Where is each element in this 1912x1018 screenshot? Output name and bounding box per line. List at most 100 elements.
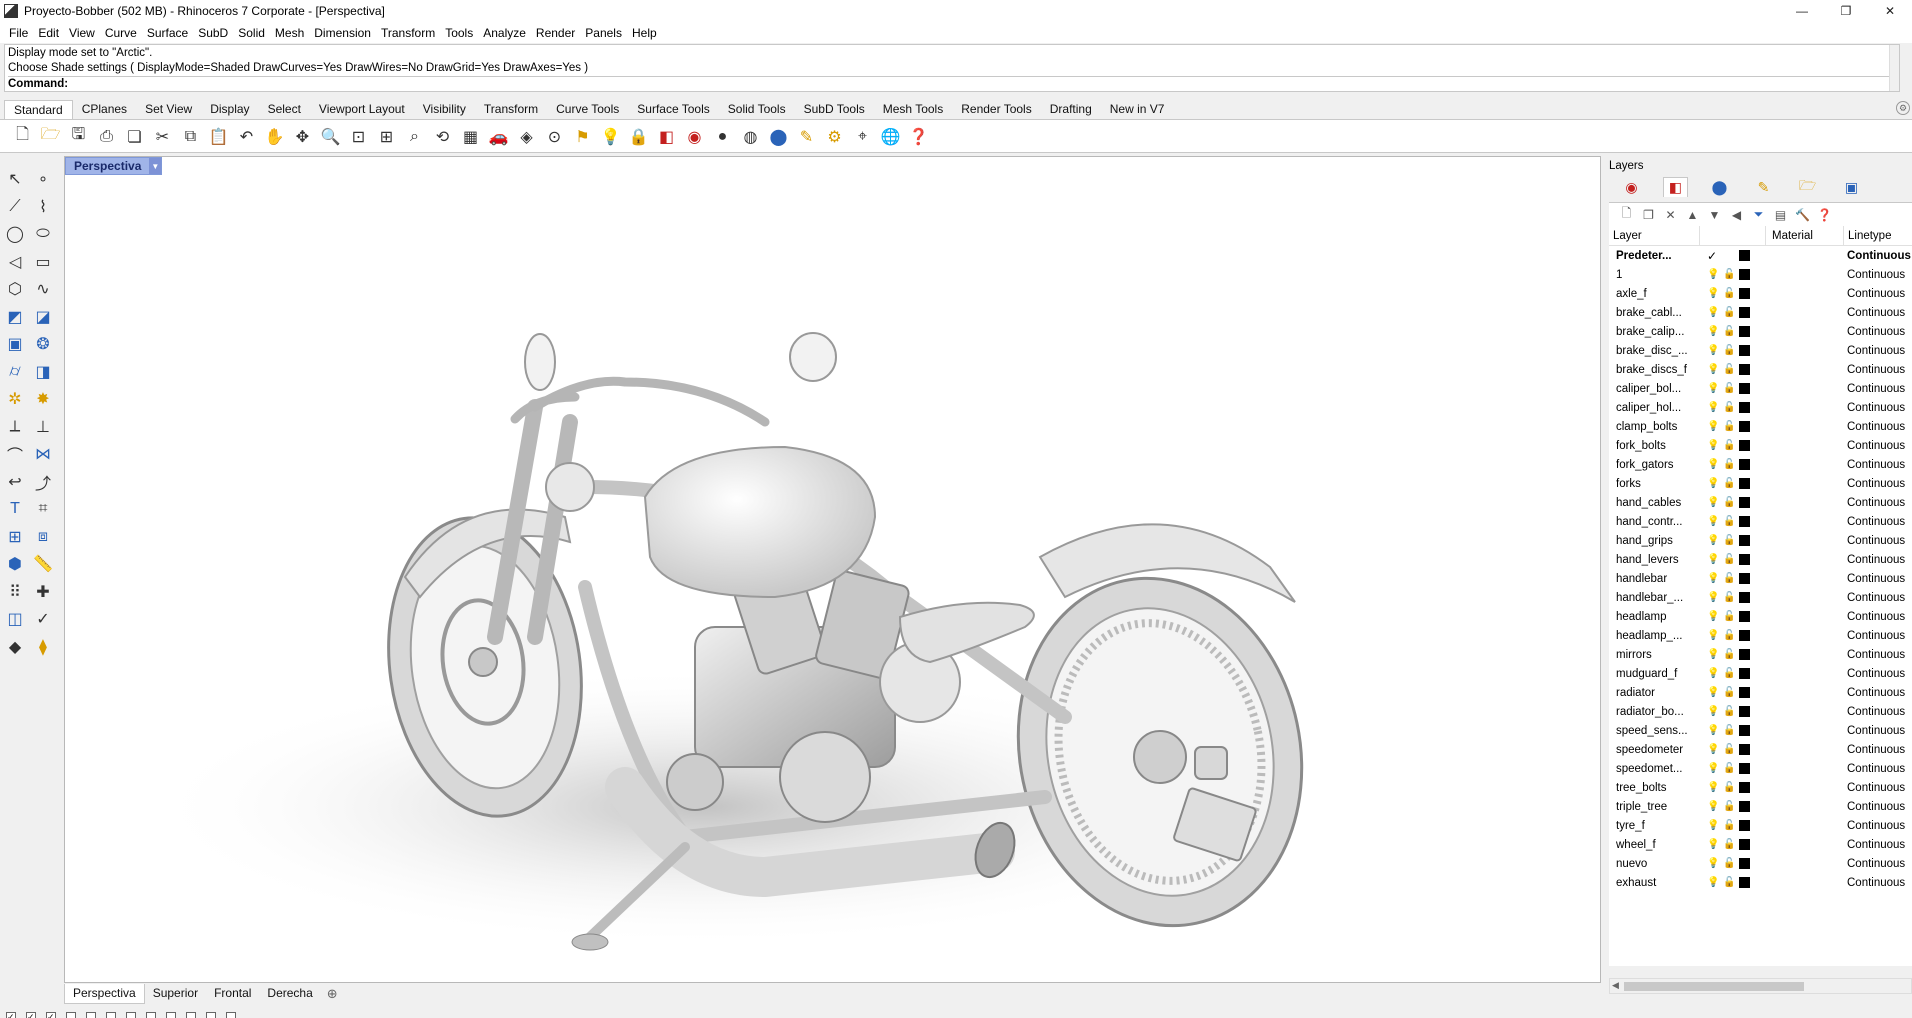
layer-name[interactable]: headlamp <box>1609 611 1699 623</box>
current-layer-check-icon[interactable]: ✓ <box>1707 249 1735 263</box>
box-icon[interactable]: ▣ <box>2 331 28 357</box>
unlock-icon[interactable]: 🔓 <box>1723 763 1735 775</box>
layer-name[interactable]: mudguard_f <box>1609 668 1699 680</box>
zoom-icon[interactable]: 🔍 <box>318 124 343 149</box>
layer-color-swatch[interactable] <box>1739 687 1750 698</box>
layer-color-swatch[interactable] <box>1739 611 1750 622</box>
visibility-bulb-icon[interactable]: 💡 <box>1707 326 1719 338</box>
menu-mesh[interactable]: Mesh <box>270 26 309 40</box>
layer-color-swatch[interactable] <box>1739 649 1750 660</box>
visibility-bulb-icon[interactable]: 💡 <box>1707 573 1719 585</box>
layer-name[interactable]: axle_f <box>1609 288 1699 300</box>
unlock-icon[interactable]: 🔓 <box>1723 269 1735 281</box>
layer-row[interactable]: hand_contr... 💡 🔓 Continuous <box>1609 512 1912 531</box>
layer-name[interactable]: brake_discs_f <box>1609 364 1699 376</box>
layer-row[interactable]: handlebar_... 💡 🔓 Continuous <box>1609 588 1912 607</box>
close-button[interactable]: ✕ <box>1868 0 1912 22</box>
object-snap-icon[interactable]: ⚑ <box>570 124 595 149</box>
tab-standard[interactable]: Standard <box>4 100 73 119</box>
render-icon[interactable]: ◆ <box>2 634 28 660</box>
layer-row[interactable]: handlebar 💡 🔓 Continuous <box>1609 569 1912 588</box>
extrude-icon[interactable]: ◨ <box>30 359 56 385</box>
unlock-icon[interactable]: 🔓 <box>1723 801 1735 813</box>
layer-linetype[interactable]: Continuous <box>1843 649 1912 661</box>
layer-linetype[interactable]: Continuous <box>1843 668 1912 680</box>
move-parent-icon[interactable]: ◀ <box>1727 206 1746 224</box>
layer-linetype[interactable]: Continuous <box>1843 687 1912 699</box>
layer-row[interactable]: speedomet... 💡 🔓 Continuous <box>1609 759 1912 778</box>
copy-icon[interactable]: ⧉ <box>178 124 203 149</box>
layer-linetype[interactable]: Continuous <box>1843 839 1912 851</box>
column-header-linetype[interactable]: Linetype <box>1843 226 1912 246</box>
layer-color-swatch[interactable] <box>1739 478 1750 489</box>
layer-linetype[interactable]: Continuous <box>1843 421 1912 433</box>
layer-linetype[interactable]: Continuous <box>1843 554 1912 566</box>
osnap-checkbox[interactable]: ✓ <box>46 1008 64 1018</box>
layer-row[interactable]: nuevo 💡 🔓 Continuous <box>1609 854 1912 873</box>
add-viewport-tab-icon[interactable]: ⊕ <box>321 986 344 1002</box>
tab-cplanes[interactable]: CPlanes <box>73 100 136 119</box>
layer-linetype[interactable]: Continuous <box>1843 440 1912 452</box>
unlock-icon[interactable]: 🔓 <box>1723 706 1735 718</box>
layer-row[interactable]: speed_sens... 💡 🔓 Continuous <box>1609 721 1912 740</box>
layer-help-icon[interactable]: ❓ <box>1815 206 1834 224</box>
layer-color-swatch[interactable] <box>1739 706 1750 717</box>
column-header-icons[interactable] <box>1699 226 1765 246</box>
layer-linetype[interactable]: Continuous <box>1843 326 1912 338</box>
zoom-extents-icon[interactable]: ⊞ <box>374 124 399 149</box>
layer-name[interactable]: radiator <box>1609 687 1699 699</box>
layer-name[interactable]: caliper_hol... <box>1609 402 1699 414</box>
layer-row[interactable]: brake_disc_... 💡 🔓 Continuous <box>1609 341 1912 360</box>
circle-icon[interactable]: ◯ <box>2 221 28 247</box>
visibility-bulb-icon[interactable]: 💡 <box>1707 725 1719 737</box>
layer-name[interactable]: handlebar_... <box>1609 592 1699 604</box>
cylinder-icon[interactable]: ⌭ <box>2 359 28 385</box>
layer-name[interactable]: caliper_bol... <box>1609 383 1699 395</box>
car-icon[interactable]: 🚗 <box>486 124 511 149</box>
layer-horizontal-scrollbar[interactable]: ◀ <box>1609 978 1912 994</box>
layer-linetype[interactable]: Continuous <box>1843 307 1912 319</box>
tab-select[interactable]: Select <box>259 100 310 119</box>
globe-icon[interactable]: 🌐 <box>878 124 903 149</box>
viewport-tab-superior[interactable]: Superior <box>145 984 206 1004</box>
osnap-checkbox[interactable] <box>66 1008 84 1018</box>
tab-mesh-tools[interactable]: Mesh Tools <box>874 100 952 119</box>
visibility-bulb-icon[interactable]: 💡 <box>1707 383 1719 395</box>
array-icon[interactable]: ⠿ <box>2 579 28 605</box>
tab-transform[interactable]: Transform <box>475 100 547 119</box>
visibility-bulb-icon[interactable]: 💡 <box>1707 497 1719 509</box>
layer-row[interactable]: tyre_f 💡 🔓 Continuous <box>1609 816 1912 835</box>
scroll-left-icon[interactable]: ◀ <box>1612 980 1619 991</box>
lock-icon[interactable]: 🔒 <box>626 124 651 149</box>
menu-transform[interactable]: Transform <box>376 26 440 40</box>
unlock-icon[interactable]: 🔓 <box>1723 459 1735 471</box>
boolean-icon[interactable]: ❂ <box>30 331 56 357</box>
layer-name[interactable]: mirrors <box>1609 649 1699 661</box>
tools-icon[interactable]: 🔨 <box>1793 206 1812 224</box>
menu-render[interactable]: Render <box>531 26 580 40</box>
unlock-icon[interactable]: 🔓 <box>1723 421 1735 433</box>
visibility-bulb-icon[interactable]: 💡 <box>1707 630 1719 642</box>
visibility-bulb-icon[interactable]: 💡 <box>1707 402 1719 414</box>
layer-color-swatch[interactable] <box>1739 459 1750 470</box>
unlock-icon[interactable]: 🔓 <box>1723 516 1735 528</box>
unlock-icon[interactable]: 🔓 <box>1723 649 1735 661</box>
layer-linetype[interactable]: Continuous <box>1843 402 1912 414</box>
layer-name[interactable]: clamp_bolts <box>1609 421 1699 433</box>
curve-icon[interactable]: ⌇ <box>30 194 56 220</box>
tab-visibility[interactable]: Visibility <box>414 100 475 119</box>
layer-row[interactable]: mirrors 💡 🔓 Continuous <box>1609 645 1912 664</box>
layer-row[interactable]: brake_cabl... 💡 🔓 Continuous <box>1609 303 1912 322</box>
minimize-button[interactable]: — <box>1780 0 1824 22</box>
layer-name[interactable]: headlamp_... <box>1609 630 1699 642</box>
layer-name[interactable]: brake_disc_... <box>1609 345 1699 357</box>
layer-name[interactable]: forks <box>1609 478 1699 490</box>
visibility-bulb-icon[interactable]: 💡 <box>1707 554 1719 566</box>
osnap-checkbox[interactable] <box>206 1008 224 1018</box>
polyline-icon[interactable]: ⟋ <box>2 194 28 220</box>
layer-name[interactable]: tyre_f <box>1609 820 1699 832</box>
visibility-bulb-icon[interactable]: 💡 <box>1707 516 1719 528</box>
solid-icon[interactable]: ⬢ <box>2 551 28 577</box>
open-file-icon[interactable]: 🗁 <box>38 124 63 149</box>
menu-analyze[interactable]: Analyze <box>478 26 531 40</box>
